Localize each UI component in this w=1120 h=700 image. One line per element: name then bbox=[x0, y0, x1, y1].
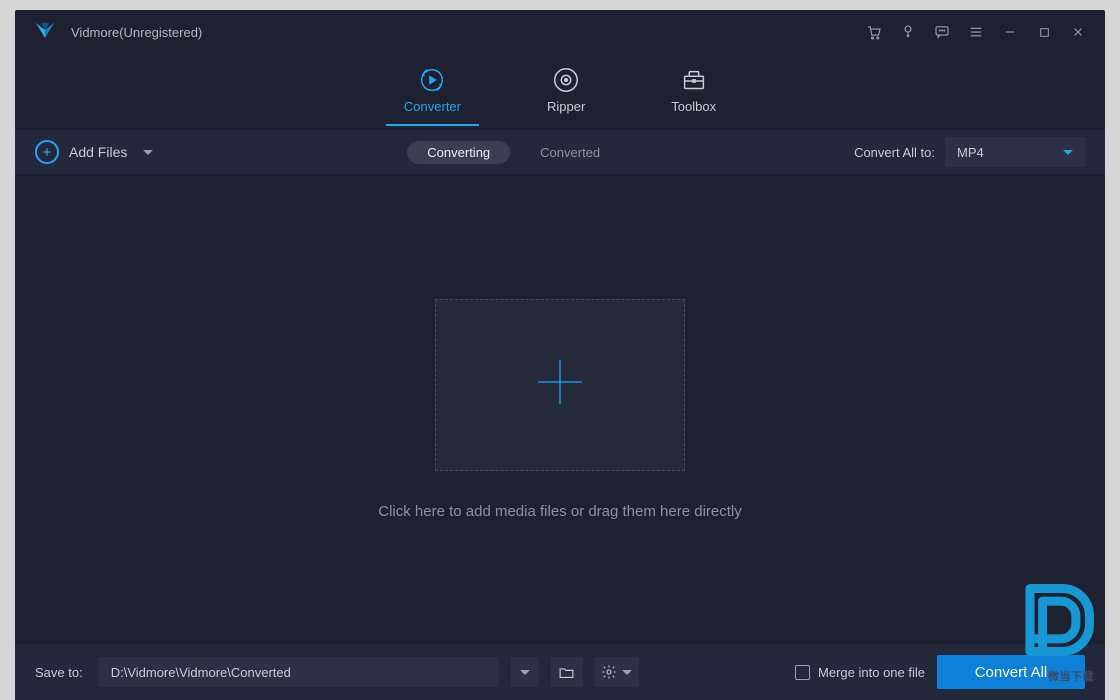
app-logo bbox=[33, 20, 57, 44]
bottombar: Save to: D:\Vidmore\Vidmore\Converted Me… bbox=[15, 644, 1105, 700]
chevron-down-icon bbox=[520, 670, 530, 675]
checkbox-icon bbox=[795, 665, 810, 680]
key-icon[interactable] bbox=[891, 17, 925, 47]
minimize-button[interactable] bbox=[993, 17, 1027, 47]
top-tabs: Converter Ripper Toolbox bbox=[15, 54, 1105, 130]
save-path-value: D:\Vidmore\Vidmore\Converted bbox=[111, 665, 291, 680]
tab-converter[interactable]: Converter bbox=[382, 61, 483, 124]
status-converted[interactable]: Converted bbox=[540, 145, 600, 160]
feedback-icon[interactable] bbox=[925, 17, 959, 47]
plus-icon bbox=[534, 356, 586, 413]
merge-label: Merge into one file bbox=[818, 665, 925, 680]
tab-label: Converter bbox=[404, 99, 461, 114]
tab-ripper[interactable]: Ripper bbox=[525, 61, 607, 124]
tab-toolbox[interactable]: Toolbox bbox=[649, 61, 738, 124]
settings-button[interactable] bbox=[595, 657, 639, 687]
convert-all-label: Convert All bbox=[975, 664, 1048, 681]
merge-checkbox[interactable]: Merge into one file bbox=[795, 665, 925, 680]
save-path-field[interactable]: D:\Vidmore\Vidmore\Converted bbox=[99, 657, 499, 687]
ripper-icon bbox=[551, 65, 581, 95]
subbar: Add Files Converting Converted Convert A… bbox=[15, 130, 1105, 174]
drop-instruction: Click here to add media files or drag th… bbox=[378, 503, 742, 520]
add-files-label: Add Files bbox=[69, 144, 127, 160]
status-converting[interactable]: Converting bbox=[407, 141, 510, 164]
convert-all-to-label: Convert All to: bbox=[854, 145, 935, 160]
close-button[interactable] bbox=[1061, 17, 1095, 47]
window-title: Vidmore(Unregistered) bbox=[71, 25, 202, 40]
converter-icon bbox=[417, 65, 447, 95]
convert-all-button[interactable]: Convert All bbox=[937, 655, 1085, 689]
tab-label: Ripper bbox=[547, 99, 585, 114]
main-area: Click here to add media files or drag th… bbox=[15, 174, 1105, 644]
save-to-label: Save to: bbox=[35, 665, 83, 680]
chevron-down-icon bbox=[143, 150, 153, 155]
chevron-down-icon bbox=[1063, 150, 1073, 155]
tab-label: Toolbox bbox=[671, 99, 716, 114]
cart-icon[interactable] bbox=[857, 17, 891, 47]
titlebar: Vidmore(Unregistered) bbox=[15, 10, 1105, 54]
format-value: MP4 bbox=[957, 145, 984, 160]
path-dropdown-button[interactable] bbox=[511, 657, 539, 687]
plus-circle-icon bbox=[35, 140, 59, 164]
chevron-down-icon bbox=[622, 670, 632, 675]
browse-folder-button[interactable] bbox=[551, 657, 583, 687]
toolbox-icon bbox=[679, 65, 709, 95]
menu-icon[interactable] bbox=[959, 17, 993, 47]
add-files-button[interactable]: Add Files bbox=[35, 140, 153, 164]
format-select[interactable]: MP4 bbox=[945, 137, 1085, 167]
maximize-button[interactable] bbox=[1027, 17, 1061, 47]
drop-zone[interactable] bbox=[435, 299, 685, 471]
